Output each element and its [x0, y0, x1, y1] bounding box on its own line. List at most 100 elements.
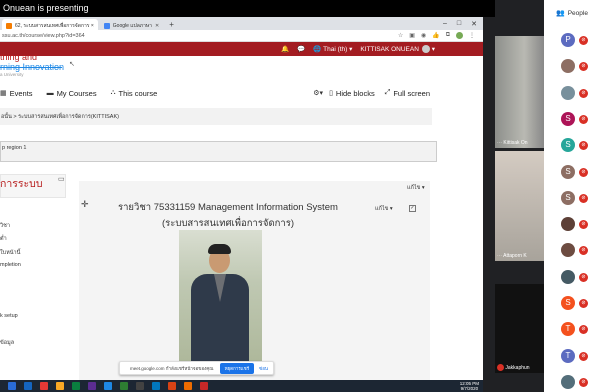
- site-logo[interactable]: thing and rning Innovation a University: [0, 52, 64, 78]
- extension-icon[interactable]: ▣: [409, 32, 415, 39]
- share-bar-text: meet.google.com กำลังแชร์หน้าจอของคุณ: [130, 365, 214, 371]
- video-tile[interactable]: Jakkaphun: [495, 284, 544, 373]
- new-tab-button[interactable]: +: [169, 20, 174, 30]
- breadcrumb-text[interactable]: อนั้น > ระบบสารสนเทศเพื่อการจัดการ(KITTI…: [1, 114, 119, 120]
- mic-muted-icon: ⊘: [579, 299, 588, 308]
- taskbar-app-icon[interactable]: [136, 382, 144, 390]
- tab-course[interactable]: 62, ระบบสารสนเทศเพื่อการจัดการ ×: [2, 19, 98, 30]
- taskbar-app-icon[interactable]: [168, 382, 176, 390]
- participant-avatar[interactable]: [561, 86, 575, 100]
- people-title: People: [567, 9, 588, 17]
- block-menu-icon[interactable]: ▭: [58, 175, 65, 183]
- participant-avatar[interactable]: [561, 243, 575, 257]
- taskbar-clock[interactable]: 12:05 PM 9/7/2020: [460, 381, 483, 391]
- taskbar-app-icon[interactable]: [72, 382, 80, 390]
- taskbar-app-icon[interactable]: [40, 382, 48, 390]
- windows-taskbar: 12:05 PM 9/7/2020: [0, 380, 483, 392]
- puzzle-icon[interactable]: ⧉: [446, 32, 450, 39]
- participant-avatar[interactable]: S: [561, 112, 575, 126]
- participant-avatar[interactable]: T: [561, 322, 575, 336]
- video-participant-name: ⋯ Kittisak On: [497, 140, 528, 146]
- video-feed: [495, 284, 544, 373]
- admin-item[interactable]: ใบหน้านี้: [0, 249, 20, 257]
- mic-muted-icon: ⊘: [579, 194, 588, 203]
- admin-item[interactable]: k setup: [0, 313, 18, 319]
- language-menu[interactable]: 🌐 Thai (th) ▾: [313, 45, 352, 53]
- nav-right-group: ⚙▾ ▯ Hide blocks ⤢ Full screen: [313, 89, 450, 98]
- nav-events-label: Events: [9, 88, 33, 98]
- gear-icon[interactable]: ⚙▾: [313, 89, 323, 97]
- participant-avatar[interactable]: S: [561, 191, 575, 205]
- taskbar-app-icon[interactable]: [88, 382, 96, 390]
- participant-avatar[interactable]: S: [561, 138, 575, 152]
- user-menu[interactable]: KITTISAK ONUEAN ▾: [360, 45, 435, 54]
- hide-blocks-button[interactable]: ▯ Hide blocks: [329, 89, 375, 98]
- extension-icons: ☆ ▣ ◉ 👍 ⧉ ⋮: [398, 32, 483, 39]
- nav-events[interactable]: ▦ Events: [0, 89, 33, 98]
- close-window-button[interactable]: ✕: [471, 20, 477, 28]
- full-screen-button[interactable]: ⤢ Full screen: [385, 89, 430, 98]
- messages-icon[interactable]: 💬: [297, 45, 305, 53]
- notification-bell-icon[interactable]: 🔔: [281, 45, 289, 53]
- video-tile[interactable]: ⋯ Kittisak On: [495, 36, 544, 148]
- mic-muted-icon: ⊘: [579, 352, 588, 361]
- taskbar-app-icon[interactable]: [184, 382, 192, 390]
- taskbar-app-icon[interactable]: [104, 382, 112, 390]
- people-header[interactable]: 👥 People: [544, 0, 589, 26]
- mic-muted-icon: ⊘: [579, 246, 588, 255]
- admin-item[interactable]: วิชา: [0, 222, 10, 230]
- presenting-banner: Onuean is presenting: [0, 0, 495, 17]
- tab-label: 62, ระบบสารสนเทศเพื่อการจัดการ ×: [15, 22, 94, 29]
- instructor-photo: [179, 230, 262, 362]
- edit-menu-top[interactable]: แก้ไข ▾: [407, 184, 425, 192]
- taskbar-app-icon[interactable]: [56, 382, 64, 390]
- participant-avatar[interactable]: [561, 217, 575, 231]
- participant-avatar[interactable]: S: [561, 165, 575, 179]
- minimize-button[interactable]: –: [443, 20, 447, 28]
- close-tab-icon[interactable]: ✕: [155, 23, 159, 29]
- menu-dots-icon[interactable]: ⋮: [469, 32, 475, 39]
- full-screen-label: Full screen: [393, 88, 430, 98]
- star-icon[interactable]: ☆: [398, 32, 403, 39]
- stop-sharing-button[interactable]: หยุดการแชร์: [219, 362, 255, 374]
- profile-avatar[interactable]: [456, 32, 463, 39]
- language-label: Thai (th): [323, 46, 348, 53]
- tab-label: Google แปลภาษา: [112, 22, 152, 29]
- presenting-text: Onuean is presenting: [3, 3, 89, 13]
- mic-muted-icon: ⊘: [579, 89, 588, 98]
- course-subtitle: (ระบบสารสนเทศเพื่อการจัดการ): [162, 218, 294, 229]
- participant-avatar[interactable]: P: [561, 33, 575, 47]
- participant-avatar[interactable]: [561, 270, 575, 284]
- tab-google-translate[interactable]: Google แปลภาษา ✕: [100, 19, 163, 30]
- taskbar-app-icon[interactable]: [120, 382, 128, 390]
- start-icon[interactable]: [8, 382, 16, 390]
- mic-muted-icon: ⊘: [579, 220, 588, 229]
- url-text[interactable]: ssu.ac.th/course/view.php?id=364: [0, 33, 398, 39]
- edit-menu-section[interactable]: แก้ไข ▾: [375, 205, 393, 213]
- admin-item[interactable]: ข้อมูล: [0, 339, 14, 347]
- region-label: p region 1: [2, 145, 27, 151]
- taskbar-app-icon[interactable]: [24, 382, 32, 390]
- admin-item[interactable]: mpletion: [0, 262, 21, 268]
- admin-item[interactable]: ต่ำ: [0, 235, 7, 243]
- address-bar[interactable]: ssu.ac.th/course/view.php?id=364 ☆ ▣ ◉ 👍…: [0, 30, 483, 42]
- highlight-checkbox[interactable]: ✓: [409, 205, 416, 212]
- participant-avatar[interactable]: T: [561, 349, 575, 363]
- maximize-button[interactable]: □: [457, 20, 461, 28]
- mouse-cursor: ↖: [69, 61, 75, 68]
- logo-line-1: thing and: [0, 52, 38, 62]
- course-navbar: ▦ Events ▬ My Courses ⛬ This course ⚙▾ ▯…: [0, 86, 450, 100]
- left-block-title: การระบบ: [0, 174, 66, 192]
- nav-my-courses[interactable]: ▬ My Courses: [47, 89, 97, 98]
- thumbs-up-icon[interactable]: 👍: [432, 32, 439, 39]
- move-icon[interactable]: ✛: [81, 199, 89, 210]
- taskbar-app-icon[interactable]: [200, 382, 208, 390]
- taskbar-app-icon[interactable]: [152, 382, 160, 390]
- participant-avatar[interactable]: S: [561, 296, 575, 310]
- hide-share-bar-button[interactable]: ซ่อน: [254, 365, 273, 372]
- participant-avatar[interactable]: [561, 59, 575, 73]
- video-tile[interactable]: ⋯ Attaporn K: [495, 151, 544, 261]
- nav-this-course[interactable]: ⛬ This course: [111, 89, 158, 98]
- participant-avatar[interactable]: [561, 375, 575, 389]
- extension-icon[interactable]: ◉: [421, 32, 426, 39]
